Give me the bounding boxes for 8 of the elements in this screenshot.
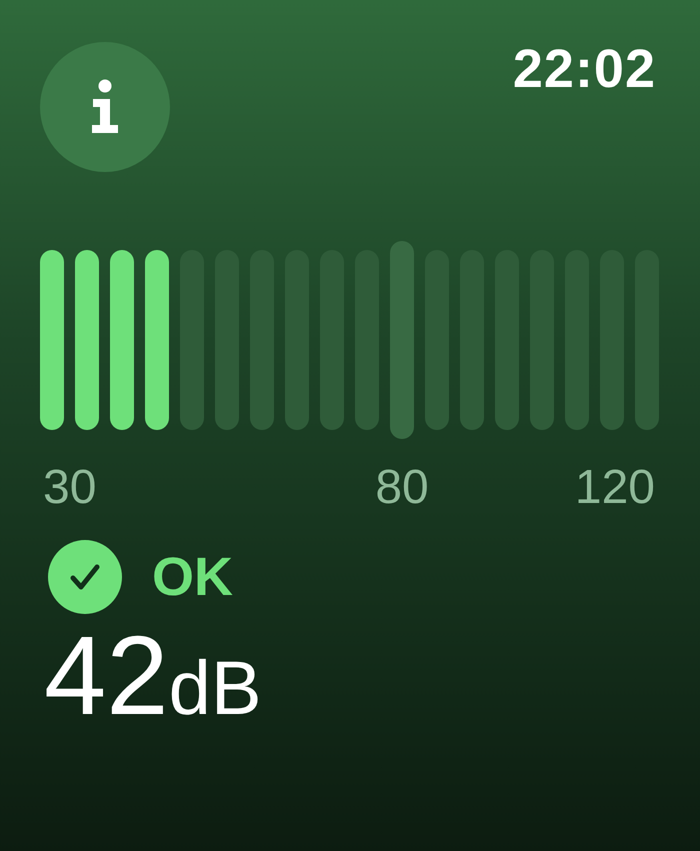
decibel-value: 42: [44, 620, 169, 732]
scale-label: 80: [375, 464, 429, 512]
decibel-unit: dB: [168, 651, 262, 727]
check-icon: [48, 540, 122, 614]
clock-time: 22:02: [512, 42, 656, 96]
scale-label: 120: [574, 464, 655, 512]
status-label: OK: [152, 550, 233, 604]
scale-label: 30: [43, 464, 96, 512]
